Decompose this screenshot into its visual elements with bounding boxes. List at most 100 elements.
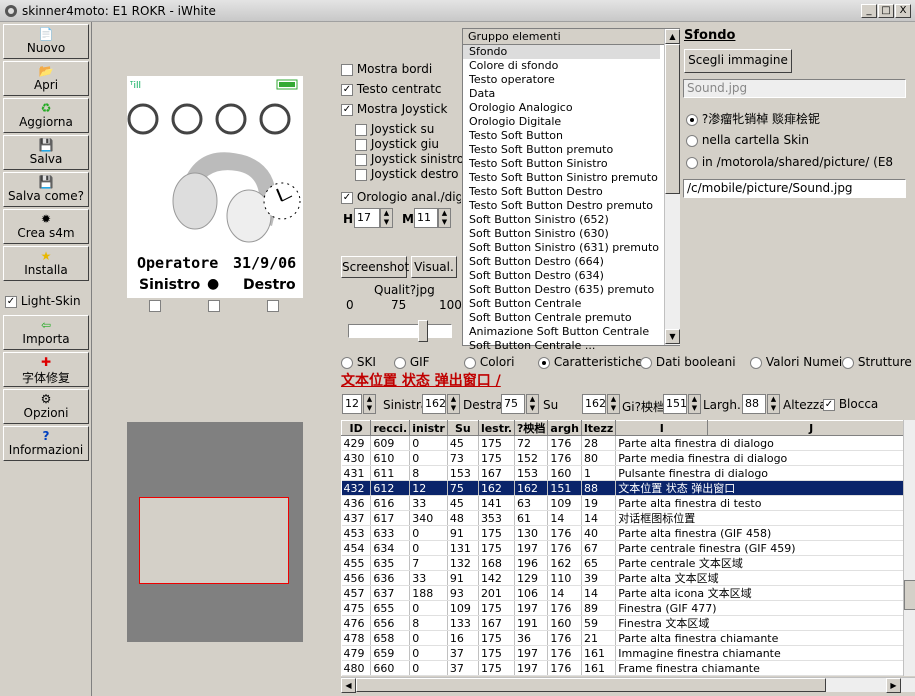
table-cell[interactable]: 175	[478, 645, 516, 661]
column-header[interactable]: Su	[446, 420, 479, 436]
testo-centrato-option[interactable]: ✓ Testo centratc	[341, 82, 442, 96]
table-cell[interactable]: 36	[514, 630, 549, 646]
image-filename-field[interactable]: Sound.jpg	[683, 79, 906, 98]
sidebar-importa-button[interactable]: ⇦ Importa	[3, 315, 89, 350]
table-cell[interactable]: 176	[547, 660, 582, 676]
joystick-giu-option[interactable]: Joystick giu	[355, 137, 439, 151]
list-scroll-thumb[interactable]	[665, 44, 680, 194]
phone-left-checkbox[interactable]	[149, 300, 161, 312]
table-cell[interactable]: 637	[370, 585, 411, 601]
choose-image-button[interactable]: Scegli immagine	[684, 49, 792, 73]
giu-spinner[interactable]: ▲ ▼	[607, 394, 620, 414]
list-item[interactable]: Testo Soft Button Sinistro premuto	[463, 171, 660, 185]
table-row[interactable]: 453 633 0 91 175 130 176 40 Parte alta finestra …	[341, 525, 915, 541]
table-cell[interactable]: 612	[370, 480, 411, 496]
tab-ski[interactable]: SKI	[341, 355, 376, 369]
table-cell[interactable]: 436	[341, 495, 372, 511]
list-item[interactable]: Colore di sfondo	[463, 59, 660, 73]
table-cell[interactable]: 14	[581, 510, 617, 526]
column-header[interactable]: I	[615, 420, 709, 436]
table-cell[interactable]: 635	[370, 555, 411, 571]
table-row[interactable]: 456 636 33 91 142 129 110 39 Parte alta 文本区域	[341, 570, 915, 586]
table-cell[interactable]: 475	[341, 600, 372, 616]
tab-radio[interactable]	[341, 356, 353, 369]
table-row[interactable]: 429 609 0 45 175 72 176 28 Parte alta finestra d…	[341, 435, 915, 451]
table-cell[interactable]: 153	[447, 465, 479, 481]
table-cell[interactable]: 80	[581, 450, 617, 466]
table-cell[interactable]: 175	[478, 450, 516, 466]
table-cell[interactable]: 191	[514, 615, 549, 631]
light-skin-check[interactable]: ✓	[5, 295, 17, 308]
table-cell[interactable]: 8	[409, 615, 448, 631]
table-cell[interactable]: 659	[370, 645, 411, 661]
table-cell[interactable]: 430	[341, 450, 372, 466]
tab-dati-booleani[interactable]: Dati booleani	[640, 355, 736, 369]
table-cell[interactable]: 33	[409, 570, 448, 586]
joystick-su-check[interactable]	[355, 123, 367, 136]
grid-hscroll-thumb[interactable]	[356, 678, 826, 692]
table-cell[interactable]: 63	[514, 495, 549, 511]
scroll-down-arrow[interactable]: ▼	[665, 329, 680, 344]
column-header[interactable]: inistr	[409, 420, 448, 436]
joystick-su-option[interactable]: Joystick su	[355, 122, 434, 136]
close-button[interactable]: X	[895, 4, 911, 18]
table-cell[interactable]: 660	[370, 660, 411, 676]
table-cell[interactable]: 37	[447, 660, 479, 676]
table-cell[interactable]: 432	[341, 480, 372, 496]
table-cell[interactable]: 162	[478, 480, 516, 496]
table-cell[interactable]: 0	[409, 645, 448, 661]
table-cell[interactable]: 197	[514, 660, 549, 676]
table-cell[interactable]: 197	[514, 645, 549, 661]
table-cell[interactable]: 109	[447, 600, 479, 616]
tab-gif[interactable]: GIF	[394, 355, 430, 369]
table-cell[interactable]: 453	[341, 525, 372, 541]
table-cell[interactable]: 7	[409, 555, 448, 571]
table-cell[interactable]: 37	[447, 645, 479, 661]
table-cell[interactable]: 161	[581, 660, 617, 676]
table-cell[interactable]: Parte media finestra di dialogo	[615, 450, 915, 466]
list-item[interactable]: Soft Button Destro (635) premuto	[463, 283, 660, 297]
table-cell[interactable]: 634	[370, 540, 411, 556]
table-row[interactable]: 478 658 0 16 175 36 176 21 Parte alta finestra c…	[341, 630, 915, 646]
visual-button[interactable]: Visual.	[411, 256, 457, 278]
table-cell[interactable]: 196	[514, 555, 549, 571]
table-cell[interactable]: 130	[514, 525, 549, 541]
mostra-bordi-check[interactable]	[341, 63, 353, 76]
mostra-joystick-check[interactable]: ✓	[341, 103, 353, 116]
table-cell[interactable]: 45	[447, 435, 479, 451]
table-cell[interactable]: 353	[478, 510, 516, 526]
table-cell[interactable]: 340	[409, 510, 448, 526]
column-header[interactable]: recci.	[370, 420, 411, 436]
tab-radio[interactable]	[394, 356, 406, 369]
table-cell[interactable]: 478	[341, 630, 372, 646]
quality-slider-track[interactable]	[348, 324, 452, 338]
scroll-up-arrow[interactable]: ▲	[665, 29, 680, 44]
table-cell[interactable]: 88	[581, 480, 617, 496]
table-cell[interactable]: 153	[514, 465, 549, 481]
tab-radio[interactable]	[538, 356, 550, 369]
table-cell[interactable]: 67	[581, 540, 617, 556]
table-cell[interactable]: 168	[478, 555, 516, 571]
table-cell[interactable]: 91	[447, 570, 479, 586]
sidebar-crea-s4m-button[interactable]: ✹ Crea s4m	[3, 209, 89, 244]
mostra-joystick-option[interactable]: ✓ Mostra Joystick	[341, 102, 447, 116]
table-cell[interactable]: 141	[478, 495, 516, 511]
list-item[interactable]: Testo Soft Button Sinistro	[463, 157, 660, 171]
table-cell[interactable]: 176	[547, 630, 582, 646]
table-cell[interactable]: 文本位置 状态 弹出窗口	[615, 480, 915, 496]
list-item[interactable]: Animazione Soft Button Centrale	[463, 325, 660, 339]
column-header[interactable]: lestr.	[477, 420, 516, 436]
table-cell[interactable]: 176	[547, 645, 582, 661]
table-cell[interactable]: 21	[581, 630, 617, 646]
sfondo-option-2[interactable]: nella cartella Skin	[686, 133, 809, 147]
joystick-sinistro-check[interactable]	[355, 153, 367, 166]
table-cell[interactable]: Parte alta finestra (GIF 458)	[615, 525, 915, 541]
table-cell[interactable]: Frame finestra chiamante	[615, 660, 915, 676]
su-spinner[interactable]: ▲ ▼	[526, 394, 539, 414]
list-item[interactable]: Sfondo	[463, 45, 660, 59]
table-cell[interactable]: 48	[447, 510, 479, 526]
table-row[interactable]: 480 660 0 37 175 197 176 161 Frame finestra chia…	[341, 660, 915, 676]
table-cell[interactable]: 176	[547, 450, 582, 466]
hour-field[interactable]: 17	[354, 208, 380, 228]
table-cell[interactable]: 437	[341, 510, 372, 526]
